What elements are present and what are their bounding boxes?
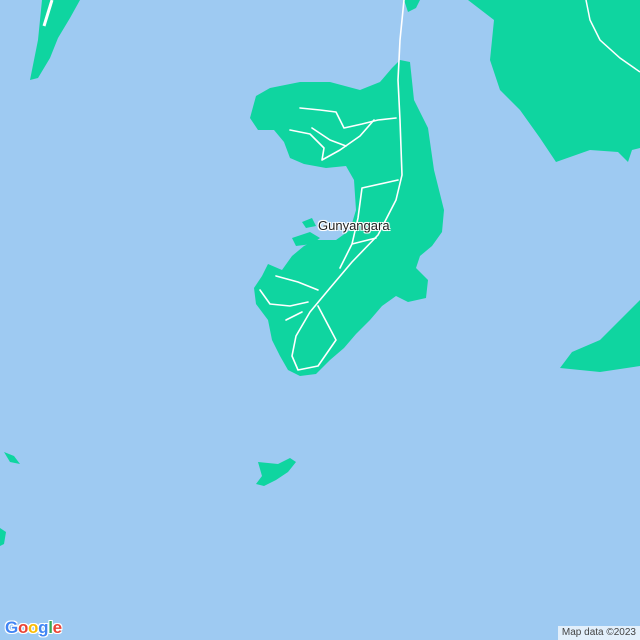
- map-attribution[interactable]: Map data ©2023: [557, 626, 640, 640]
- place-label-gunyangara[interactable]: Gunyangara: [318, 218, 390, 233]
- google-logo-letter: o: [28, 618, 39, 637]
- google-logo-letter: e: [52, 618, 62, 637]
- google-logo[interactable]: Google: [5, 618, 62, 638]
- map-canvas[interactable]: Gunyangara Google Map data ©2023: [0, 0, 640, 640]
- google-logo-text: Google: [5, 618, 62, 637]
- google-logo-letter: G: [5, 618, 18, 637]
- google-logo-letter: o: [17, 618, 29, 637]
- map-tiles: [0, 0, 640, 640]
- google-logo-letter: g: [38, 618, 49, 637]
